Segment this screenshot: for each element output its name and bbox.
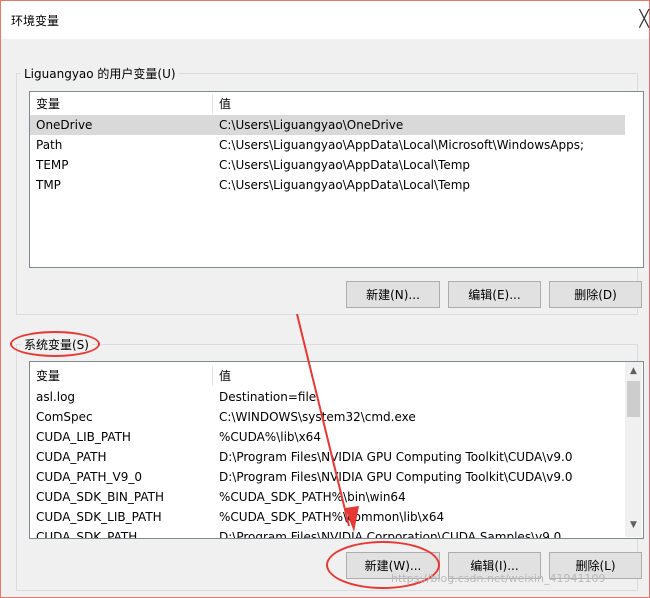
annotation-arrow-icon bbox=[296, 313, 359, 532]
watermark: https://blog.csdn.net/weixin_41941109 bbox=[391, 572, 606, 585]
annotation-arrow-line bbox=[296, 313, 350, 527]
